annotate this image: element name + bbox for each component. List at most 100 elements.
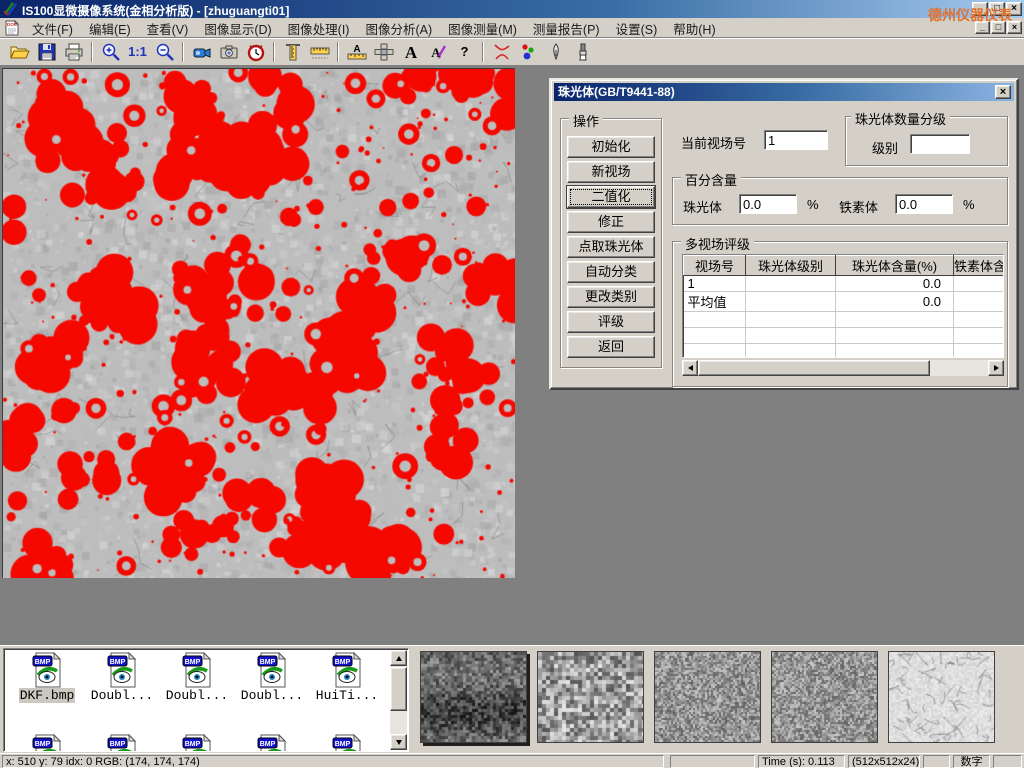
file-item[interactable]: BMPHuiTi... [312,652,382,703]
actual-size-icon: 1:1 [128,42,148,62]
table-cell: 平均值 [684,292,746,312]
thumbnail-image[interactable] [654,651,761,743]
table-row[interactable]: 10.0 [684,276,1005,292]
toolbar-button-save[interactable] [34,40,59,64]
file-item[interactable]: BMP [87,734,157,752]
table-cell [684,328,746,344]
pearlite-dialog: 珠光体(GB/T9441-88) × 操作 初始化新视场二值化修正点取珠光体自动… [549,78,1019,390]
status-empty-3 [993,755,1022,768]
scroll-left-icon[interactable] [682,360,698,376]
scrollbar-thumb[interactable] [698,360,930,376]
table-row[interactable] [684,344,1005,359]
table-header-0[interactable]: 视场号 [684,256,746,276]
toolbar-button-pen[interactable] [543,40,568,64]
current-field-input[interactable] [764,130,828,150]
toolbar-button-measure-text[interactable]: A [344,40,369,64]
table-row[interactable] [684,328,1005,344]
zoom-out-icon [155,42,175,62]
menu-item-image-measure[interactable]: 图像测量(M) [440,17,525,40]
dialog-button-auto-classify[interactable]: 自动分类 [567,261,655,283]
toolbar-button-ruler[interactable] [307,40,332,64]
toolbar-button-help[interactable]: ? [452,40,477,64]
toolbar-button-particles[interactable] [516,40,541,64]
thumbnail-image[interactable] [537,651,644,743]
dialog-button-binarize[interactable]: 二值化 [567,186,655,208]
menu-item-settings[interactable]: 设置(S) [608,17,666,40]
table-cell [954,292,1005,312]
file-item[interactable]: BMPDKF.bmp [12,652,82,703]
toolbar-button-curve-tool[interactable] [489,40,514,64]
multi-view-table[interactable]: 视场号珠光体级别珠光体含量(%)铁素体含量(%) 10.0平均值0.0 [682,254,1004,358]
scrollbar-thumb[interactable] [390,667,407,711]
file-item[interactable]: BMPDoubl... [237,652,307,703]
file-item[interactable]: BMPDoubl... [87,652,157,703]
toolbar-button-video-camera[interactable] [189,40,214,64]
toolbar-button-caliper[interactable] [280,40,305,64]
menu-item-view[interactable]: 查看(V) [139,17,197,40]
table-header-1[interactable]: 珠光体级别 [746,256,836,276]
toolbar-button-open[interactable] [7,40,32,64]
table-horizontal-scrollbar[interactable] [682,360,1004,376]
file-item[interactable]: BMP [312,734,382,752]
table-header-2[interactable]: 珠光体含量(%) [836,256,954,276]
scroll-up-icon[interactable] [390,650,407,666]
table-cell [836,328,954,344]
menu-item-image-analysis[interactable]: 图像分析(A) [357,17,440,40]
bmp-file-icon: BMP [87,734,157,752]
particles-icon [519,42,539,62]
bmp-file-icon: BMP [312,734,382,752]
scroll-right-icon[interactable] [988,360,1004,376]
thumbnail-image[interactable] [420,651,527,743]
menu-item-image-display[interactable]: 图像显示(D) [196,17,279,40]
multi-view-group: 多视场评级 视场号珠光体级别珠光体含量(%)铁素体含量(%) 10.0平均值0.… [672,241,1008,387]
svg-text:A: A [404,43,417,62]
menu-item-image-process[interactable]: 图像处理(I) [280,17,358,40]
menu-item-help[interactable]: 帮助(H) [665,17,723,40]
toolbar-button-zoom-out[interactable] [152,40,177,64]
level-input[interactable] [910,134,970,154]
dialog-button-pick-pearlite[interactable]: 点取珠光体 [567,236,655,258]
table-header-3[interactable]: 铁素体含量(%) [954,256,1005,276]
pen-icon [546,42,566,62]
toolbar-separator [337,42,339,62]
toolbar-button-actual-size[interactable]: 1:1 [125,40,150,64]
dialog-close-icon[interactable]: × [995,85,1011,99]
file-item[interactable]: BMP [12,734,82,752]
dialog-button-return[interactable]: 返回 [567,336,655,358]
grid-icon [374,42,394,62]
ferrite-input[interactable] [895,194,953,214]
dialog-button-change-class[interactable]: 更改类别 [567,286,655,308]
thumbnail-image[interactable] [771,651,878,743]
thumbnail-image[interactable] [888,651,995,743]
file-item[interactable]: BMPDoubl... [162,652,232,703]
menu-item-measure-report[interactable]: 测量报告(P) [525,17,608,40]
toolbar-button-camera[interactable] [216,40,241,64]
scroll-down-icon[interactable] [390,734,407,750]
file-item[interactable]: BMP [237,734,307,752]
toolbar-button-print[interactable] [61,40,86,64]
status-time: Time (s): 0.113 [758,755,845,768]
dialog-button-new-field[interactable]: 新视场 [567,161,655,183]
file-list-scrollbar[interactable] [390,650,407,750]
bmp-file-icon: BMP [87,652,157,688]
dialog-button-correct[interactable]: 修正 [567,211,655,233]
measure-text-icon: A [347,42,367,62]
toolbar-button-clock[interactable] [243,40,268,64]
toolbar-button-zoom-in[interactable] [98,40,123,64]
file-item[interactable]: BMP [162,734,232,752]
toolbar-button-text[interactable]: A [398,40,423,64]
dialog-title-bar[interactable]: 珠光体(GB/T9441-88) [554,83,1014,101]
toolbar-button-annotate[interactable]: A [425,40,450,64]
help-icon: ? [455,42,475,62]
table-row[interactable] [684,312,1005,328]
dialog-button-grade[interactable]: 评级 [567,311,655,333]
table-row[interactable]: 平均值0.0 [684,292,1005,312]
menu-item-edit[interactable]: 编辑(E) [81,17,139,40]
pearlite-input[interactable] [739,194,797,214]
micrograph-image[interactable] [2,68,515,578]
file-name: HuiTi... [315,688,379,703]
toolbar-button-grid[interactable] [371,40,396,64]
toolbar-button-brush[interactable] [570,40,595,64]
dialog-button-initialize[interactable]: 初始化 [567,136,655,158]
menu-item-file[interactable]: 文件(F) [24,17,81,40]
